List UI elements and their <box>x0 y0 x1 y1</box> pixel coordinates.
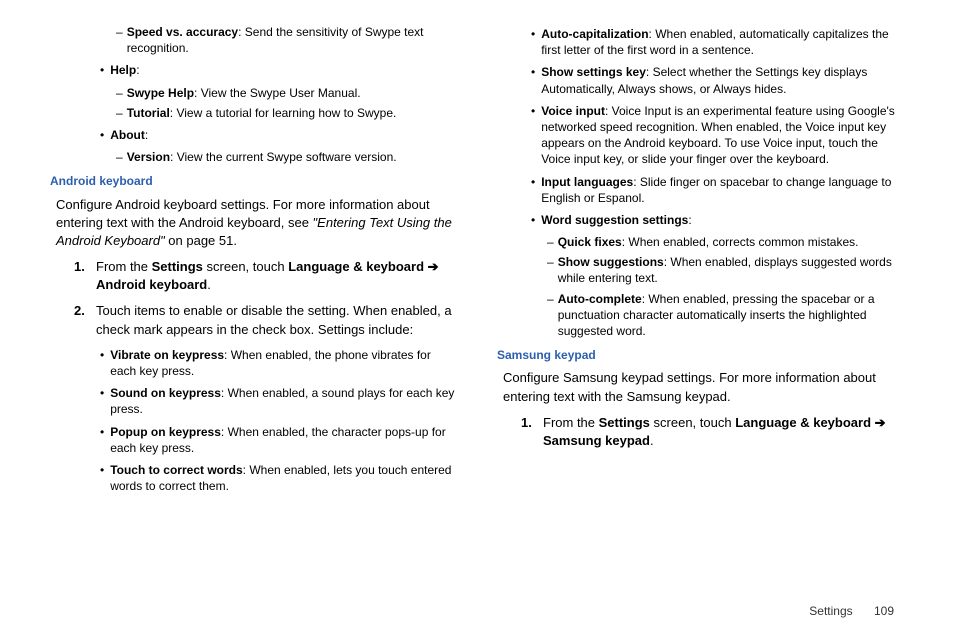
item-help: •Help: <box>100 62 457 78</box>
item-about: •About: <box>100 127 457 143</box>
item-quick-fixes: –Quick fixes: When enabled, corrects com… <box>547 234 904 250</box>
label: Tutorial <box>127 106 170 120</box>
step-1-samsung: 1. From the Settings screen, touch Langu… <box>521 414 904 450</box>
label: About <box>110 128 145 142</box>
desc: : View the Swype User Manual. <box>194 86 361 100</box>
item-sound: •Sound on keypress: When enabled, a soun… <box>100 385 457 417</box>
item-show-settings-key: •Show settings key: Select whether the S… <box>531 64 904 96</box>
item-popup: •Popup on keypress: When enabled, the ch… <box>100 424 457 456</box>
label: Quick fixes <box>558 235 622 249</box>
label: Auto-complete <box>558 292 642 306</box>
desc: : View the current Swype software versio… <box>170 150 397 164</box>
section-name: Settings <box>809 604 852 618</box>
label: Swype Help <box>127 86 194 100</box>
item-version: –Version: View the current Swype softwar… <box>116 149 457 165</box>
page-number: 109 <box>874 604 894 618</box>
text: on page 51. <box>165 233 237 248</box>
label: Show suggestions <box>558 255 664 269</box>
item-word-suggestion: •Word suggestion settings: <box>531 212 904 228</box>
label: Version <box>127 150 170 164</box>
label: Touch to correct words <box>110 463 242 477</box>
left-column: –Speed vs. accuracy: Send the sensitivit… <box>50 20 457 500</box>
item-input-languages: •Input languages: Slide finger on spaceb… <box>531 174 904 206</box>
step-number: 2. <box>74 302 96 338</box>
item-voice-input: •Voice input: Voice Input is an experime… <box>531 103 904 168</box>
step-body: From the Settings screen, touch Language… <box>96 258 457 294</box>
item-auto-complete: –Auto-complete: When enabled, pressing t… <box>547 291 904 340</box>
page-footer: Settings 109 <box>809 604 894 618</box>
step-1: 1. From the Settings screen, touch Langu… <box>74 258 457 294</box>
item-show-suggestions: –Show suggestions: When enabled, display… <box>547 254 904 286</box>
item-touch-correct: •Touch to correct words: When enabled, l… <box>100 462 457 494</box>
desc: : <box>136 63 139 77</box>
desc: : View a tutorial for learning how to Sw… <box>170 106 397 120</box>
label: Auto-capitalization <box>541 27 648 41</box>
desc: : <box>145 128 148 142</box>
step-body: From the Settings screen, touch Language… <box>543 414 904 450</box>
para-samsung-keypad: Configure Samsung keypad settings. For m… <box>503 369 904 405</box>
label: Speed vs. accuracy <box>127 25 238 39</box>
item-vibrate: •Vibrate on keypress: When enabled, the … <box>100 347 457 379</box>
label: Help <box>110 63 136 77</box>
step-body: Touch items to enable or disable the set… <box>96 302 457 338</box>
item-auto-cap: •Auto-capitalization: When enabled, auto… <box>531 26 904 58</box>
heading-android-keyboard: Android keyboard <box>50 173 457 189</box>
label: Voice input <box>541 104 605 118</box>
label: Show settings key <box>541 65 646 79</box>
page-columns: –Speed vs. accuracy: Send the sensitivit… <box>50 20 904 500</box>
desc: : When enabled, corrects common mistakes… <box>622 235 859 249</box>
right-column: •Auto-capitalization: When enabled, auto… <box>497 20 904 500</box>
item-swype-help: –Swype Help: View the Swype User Manual. <box>116 85 457 101</box>
heading-samsung-keypad: Samsung keypad <box>497 347 904 363</box>
label: Vibrate on keypress <box>110 348 224 362</box>
label: Popup on keypress <box>110 425 221 439</box>
step-2: 2. Touch items to enable or disable the … <box>74 302 457 338</box>
label: Input languages <box>541 175 633 189</box>
label: Sound on keypress <box>110 386 221 400</box>
step-number: 1. <box>74 258 96 294</box>
item-tutorial: –Tutorial: View a tutorial for learning … <box>116 105 457 121</box>
item-speed-vs-accuracy: –Speed vs. accuracy: Send the sensitivit… <box>116 24 457 56</box>
desc: : <box>688 213 691 227</box>
step-number: 1. <box>521 414 543 450</box>
label: Word suggestion settings <box>541 213 688 227</box>
para-android-keyboard: Configure Android keyboard settings. For… <box>56 196 457 251</box>
